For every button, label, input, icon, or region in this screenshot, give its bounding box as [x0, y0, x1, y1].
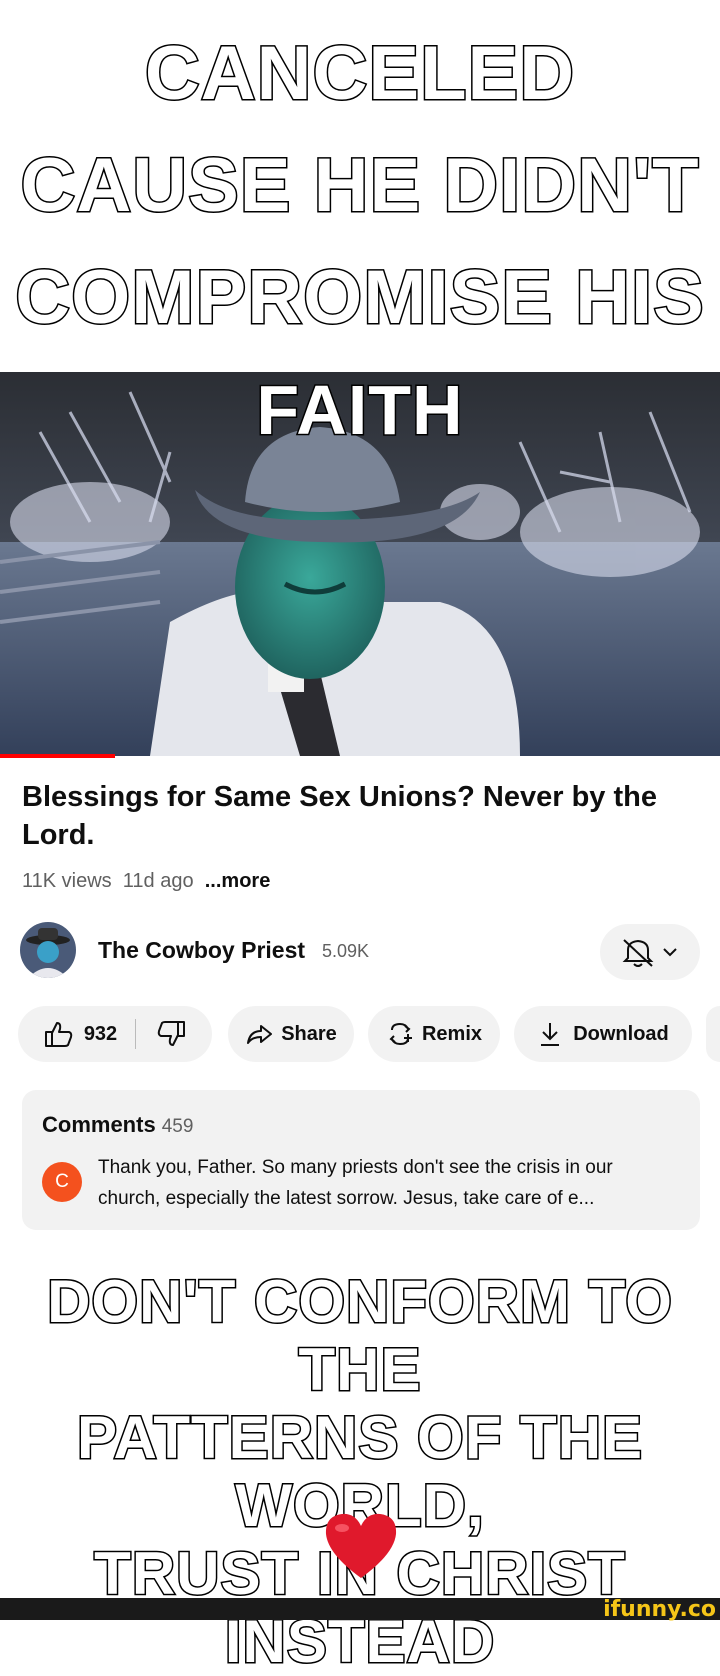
notification-button[interactable]: [600, 924, 700, 980]
chevron-down-icon: [663, 948, 677, 957]
thumbs-down-icon: [157, 1021, 186, 1046]
comment-text: Thank you, Father. So many priests don't…: [98, 1157, 613, 1209]
like-dislike-group: 932: [18, 1006, 212, 1062]
share-button[interactable]: Share: [228, 1006, 354, 1062]
remix-button[interactable]: Remix: [368, 1006, 500, 1062]
top-caption-faith: FAITH: [255, 370, 464, 451]
comments-section[interactable]: Comments 459 C Thank you, Father. So many…: [22, 1090, 700, 1230]
bottom-caption-line-1: DON'T CONFORM TO THE: [46, 1267, 674, 1405]
upload-age: 11d ago: [122, 870, 194, 892]
subscriber-count: 5.09K: [322, 941, 370, 961]
more-actions-button[interactable]: [706, 1006, 720, 1062]
view-count: 11K views: [22, 870, 112, 892]
like-divider: [135, 1019, 137, 1049]
channel-avatar[interactable]: [20, 922, 76, 978]
bell-off-icon: [622, 939, 677, 967]
more-link[interactable]: ...more: [205, 870, 271, 892]
like-button[interactable]: 932: [42, 1019, 117, 1049]
ifunny-logo: ifunny.co: [603, 1597, 716, 1622]
download-icon: [541, 1023, 560, 1046]
download-button[interactable]: Download: [514, 1006, 692, 1062]
top-caption: CANCELED CAUSE HE DIDN'T COMPROMISE HIS: [14, 30, 706, 342]
comments-header: Comments 459: [42, 1112, 193, 1138]
video-progress-bar[interactable]: [0, 754, 115, 758]
thumbs-up-icon: [44, 1022, 73, 1047]
avatar-image: [20, 922, 76, 978]
video-meta: 11K views 11d ago ...more: [22, 870, 270, 893]
dislike-button[interactable]: [154, 1019, 188, 1049]
comments-label: Comments: [42, 1112, 156, 1137]
heart-icon: [322, 1510, 400, 1582]
like-count: 932: [83, 1022, 118, 1045]
comments-count: 459: [161, 1116, 194, 1137]
remix-icon: [389, 1022, 412, 1046]
commenter-avatar[interactable]: C: [42, 1162, 82, 1202]
remix-label: Remix: [421, 1022, 483, 1045]
share-label: Share: [281, 1022, 337, 1045]
channel-name[interactable]: The Cowboy Priest: [98, 937, 305, 964]
share-icon: [247, 1025, 273, 1044]
download-label: Download: [573, 1022, 669, 1045]
video-title: Blessings for Same Sex Unions? Never by …: [22, 781, 657, 851]
